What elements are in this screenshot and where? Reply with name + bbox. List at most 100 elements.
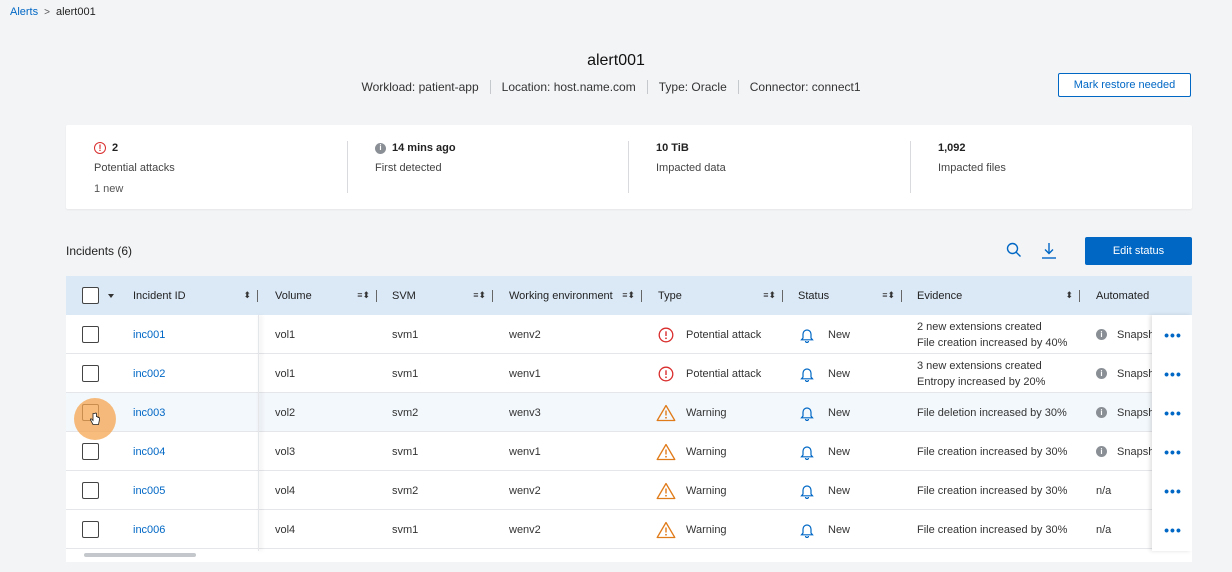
filter-sort-icon[interactable]: ≡⬍ [622, 290, 635, 301]
cell-status: New [800, 432, 850, 471]
cell-env: wenv1 [509, 445, 541, 458]
col-resizer[interactable] [376, 289, 377, 302]
row-checkbox[interactable] [82, 443, 99, 460]
download-icon[interactable] [1040, 241, 1058, 261]
cell-automated: n/a [1096, 484, 1112, 497]
col-label: Working environment [509, 289, 613, 302]
cell-status: New [800, 354, 850, 393]
row-actions-button[interactable]: ••• [1154, 471, 1192, 510]
col-automated[interactable]: Automated [1096, 276, 1149, 315]
incident-id-link[interactable]: inc002 [133, 354, 165, 393]
filter-sort-icon[interactable]: ≡⬍ [473, 290, 486, 301]
col-label: SVM [392, 289, 416, 302]
select-all-checkbox[interactable] [82, 287, 99, 304]
cell-volume: vol1 [275, 367, 296, 380]
col-working-environment[interactable]: Working environment ≡⬍ [509, 276, 642, 315]
table-row[interactable]: inc005 vol4 svm2 wenv2 Warning New File … [66, 471, 1192, 510]
bell-icon [800, 367, 814, 382]
row-actions-button[interactable]: ••• [1154, 393, 1192, 432]
sticky-column-shadow [258, 315, 259, 551]
row-checkbox[interactable] [82, 326, 99, 343]
col-label: Status [798, 289, 830, 302]
evidence-line: File creation increased by 40% [917, 336, 1068, 349]
incident-id-link[interactable]: inc006 [133, 510, 165, 549]
cell-type: Warning [656, 510, 727, 549]
edit-status-button[interactable]: Edit status [1085, 237, 1192, 265]
filter-sort-icon[interactable]: ≡⬍ [763, 290, 776, 301]
sort-icon[interactable]: ⬍ [1065, 290, 1073, 301]
col-volume[interactable]: Volume ≡⬍ [275, 276, 377, 315]
col-resizer[interactable] [901, 289, 902, 302]
row-checkbox[interactable] [82, 521, 99, 538]
type-label: Potential attack [686, 367, 762, 380]
cell-evidence: 2 new extensions created File creation i… [917, 315, 1067, 354]
cell-type: Warning [656, 432, 727, 471]
col-evidence[interactable]: Evidence ⬍ [917, 276, 1080, 315]
cell-volume: vol4 [275, 523, 296, 536]
automated-label: Snapsh [1117, 328, 1155, 341]
col-resizer[interactable] [782, 289, 783, 302]
filter-sort-icon[interactable]: ≡⬍ [882, 290, 895, 301]
table-row[interactable]: inc003 vol2 svm2 wenv3 Warning New File … [66, 393, 1192, 432]
bell-icon [800, 328, 814, 343]
chevron-down-icon[interactable] [107, 293, 115, 299]
cell-status: New [800, 393, 850, 432]
cell-status: New [800, 315, 850, 354]
bell-icon [800, 484, 814, 499]
breadcrumb-alerts-link[interactable]: Alerts [10, 6, 38, 18]
cell-env: wenv3 [509, 406, 541, 419]
horizontal-scrollbar[interactable] [84, 553, 196, 557]
meta-type: Type: Oracle [646, 80, 738, 94]
row-actions-button[interactable]: ••• [1154, 315, 1192, 354]
sort-icon[interactable]: ⬍ [243, 290, 251, 301]
cell-volume: vol1 [275, 328, 296, 341]
meta-connector: Connector: connect1 [737, 80, 872, 94]
evidence-line: Entropy increased by 20% [917, 375, 1046, 388]
incident-id-link[interactable]: inc003 [133, 393, 165, 432]
cell-svm: svm1 [392, 523, 419, 536]
col-resizer[interactable] [641, 289, 642, 302]
bell-icon [800, 523, 814, 538]
cell-status: New [800, 471, 850, 510]
col-resizer[interactable] [492, 289, 493, 302]
table-row[interactable]: inc002 vol1 svm1 wenv1 Potential attack … [66, 354, 1192, 393]
summary-value: 10 TiB [656, 142, 689, 154]
info-icon: i [1096, 368, 1107, 379]
table-row[interactable]: inc004 vol3 svm1 wenv1 Warning New File … [66, 432, 1192, 471]
col-type[interactable]: Type ≡⬍ [658, 276, 783, 315]
row-actions-button[interactable]: ••• [1154, 432, 1192, 471]
summary-potential-attacks: ! 2 Potential attacks 1 new [94, 141, 354, 195]
row-actions-button[interactable]: ••• [1154, 510, 1192, 549]
select-all-control[interactable] [82, 276, 115, 315]
info-icon: i [1096, 329, 1107, 340]
incidents-table: Incident ID ⬍ Volume ≡⬍ SVM ≡⬍ Working e… [66, 276, 1192, 562]
row-checkbox[interactable] [82, 482, 99, 499]
col-resizer[interactable] [257, 289, 258, 302]
col-resizer[interactable] [1079, 289, 1080, 302]
breadcrumb-separator: > [44, 6, 50, 18]
mark-restore-needed-button[interactable]: Mark restore needed [1058, 73, 1191, 97]
incident-id-link[interactable]: inc004 [133, 432, 165, 471]
divider [628, 141, 629, 193]
row-actions-button[interactable]: ••• [1154, 354, 1192, 393]
cell-automated: n/a [1096, 523, 1112, 536]
summary-sub: 1 new [94, 183, 124, 195]
col-label: Volume [275, 289, 312, 302]
meta-location: Location: host.name.com [489, 80, 647, 94]
incident-id-link[interactable]: inc005 [133, 471, 165, 510]
col-status[interactable]: Status ≡⬍ [798, 276, 902, 315]
table-row[interactable]: inc006 vol4 svm1 wenv2 Warning New File … [66, 510, 1192, 549]
search-icon[interactable] [1006, 242, 1022, 258]
evidence-line: 2 new extensions created [917, 320, 1042, 333]
filter-sort-icon[interactable]: ≡⬍ [357, 290, 370, 301]
row-checkbox[interactable] [82, 365, 99, 382]
col-incident-id[interactable]: Incident ID ⬍ [133, 276, 258, 315]
table-row[interactable]: inc001 vol1 svm1 wenv2 Potential attack … [66, 315, 1192, 354]
incident-id-link[interactable]: inc001 [133, 315, 165, 354]
cell-evidence: File creation increased by 30% [917, 445, 1068, 458]
bell-icon [800, 406, 814, 421]
cell-svm: svm1 [392, 367, 419, 380]
breadcrumb-current: alert001 [55, 6, 96, 18]
col-svm[interactable]: SVM ≡⬍ [392, 276, 493, 315]
cell-env: wenv1 [509, 367, 541, 380]
